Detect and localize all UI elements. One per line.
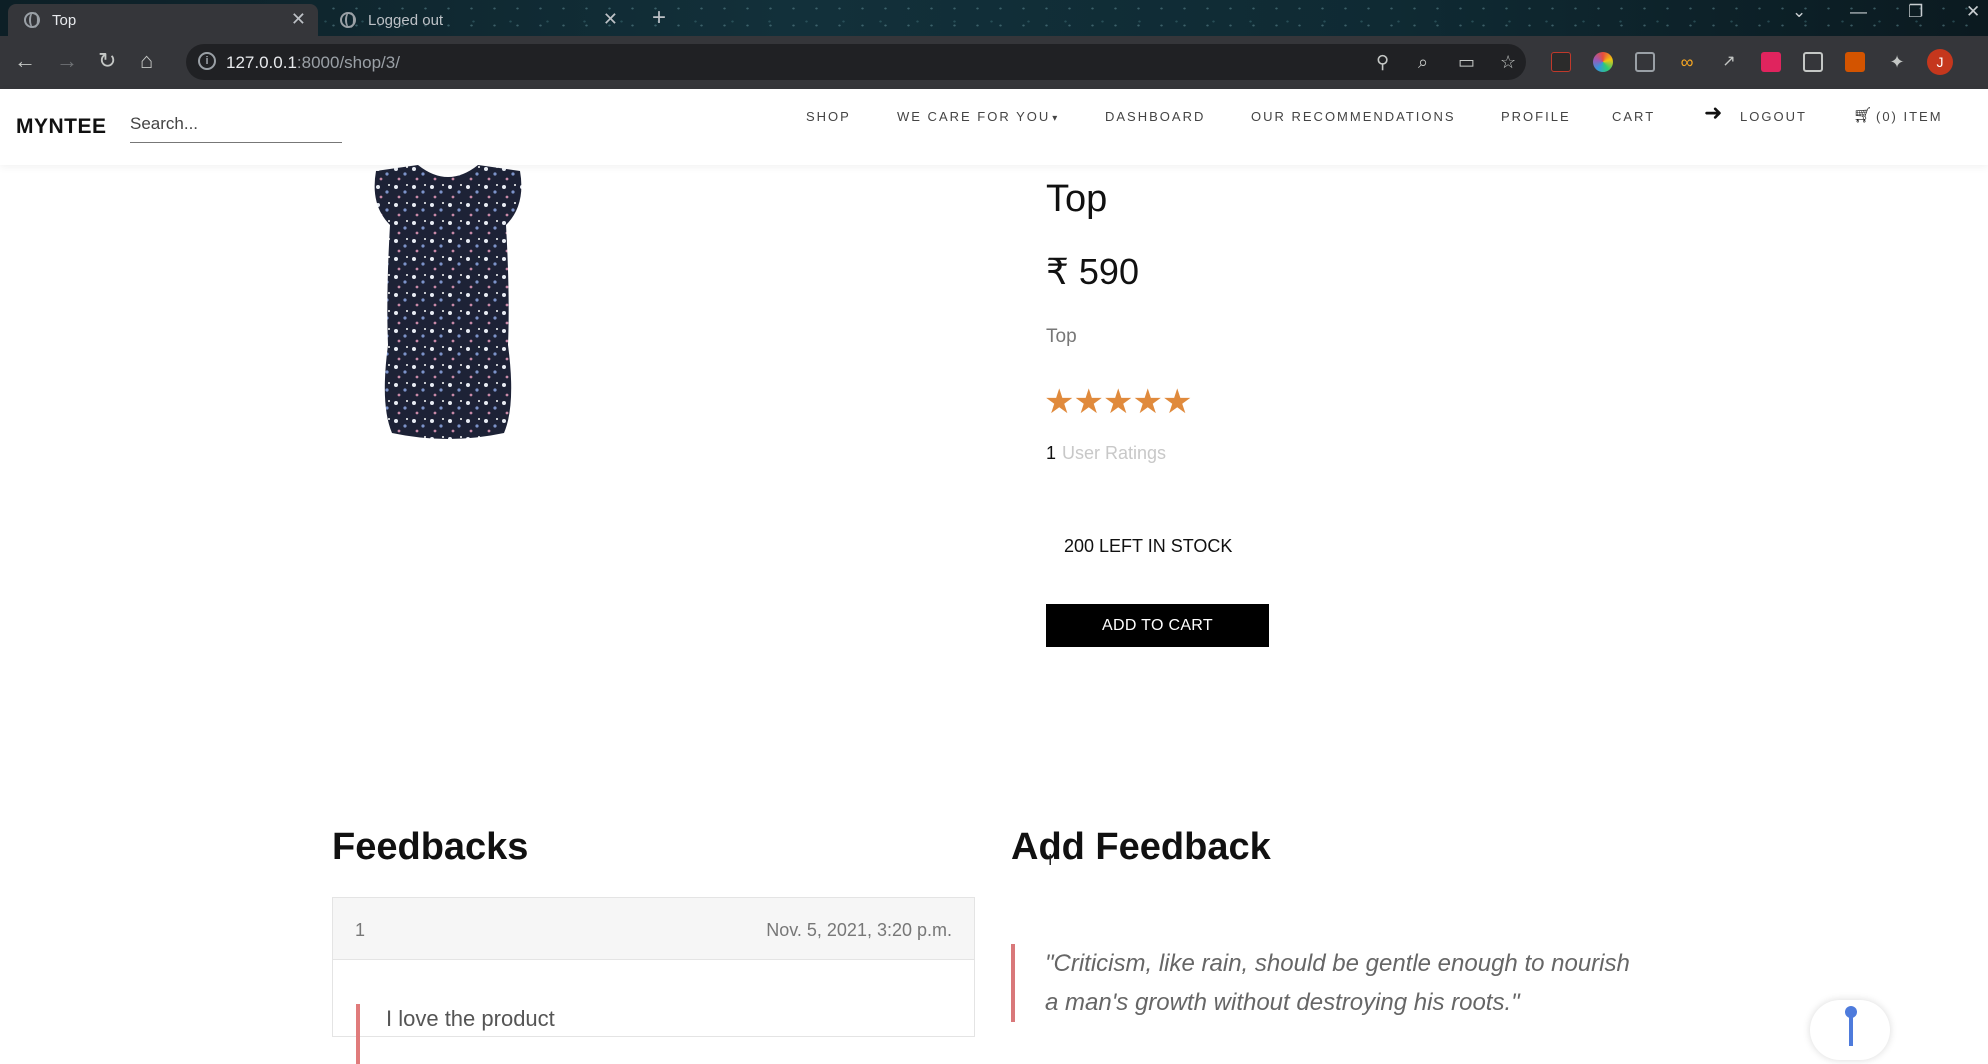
feedback-card-header: 1 Nov. 5, 2021, 3:20 p.m. (333, 898, 974, 960)
feedback-body: I love the product (356, 1004, 555, 1064)
star-icon: ★ (1161, 383, 1193, 421)
quote-text: "Criticism, like rain, should be gentle … (1045, 950, 1630, 1016)
extension-pages-icon[interactable] (1635, 52, 1655, 72)
rating-stars: ★★★★★ (1044, 382, 1193, 422)
text-cursor-icon: I (1048, 852, 1053, 869)
help-widget[interactable] (1810, 1000, 1890, 1060)
location-icon[interactable]: ⚲ (1376, 52, 1389, 73)
restore-icon[interactable]: ❐ (1908, 2, 1923, 22)
rating-summary: 1 User Ratings (1046, 443, 1166, 464)
card-icon[interactable]: ▭ (1458, 52, 1475, 73)
product-image (374, 165, 522, 439)
product-title: Top (1046, 178, 1108, 220)
feedback-user: 1 (355, 920, 366, 940)
nav-logout[interactable]: LOGOUT (1740, 109, 1807, 124)
product-price: ₹ 590 (1046, 251, 1139, 292)
nav-profile[interactable]: PROFILE (1501, 109, 1571, 124)
browser-tab-strip: Top ✕ Logged out ✕ + ⌄ — ❐ ✕ (0, 0, 1988, 36)
feedbacks-heading: Feedbacks (332, 826, 529, 868)
feedback-text: I love the product (386, 1006, 555, 1031)
globe-icon (24, 12, 40, 28)
close-window-icon[interactable]: ✕ (1966, 2, 1980, 22)
extensions-puzzle-icon[interactable]: ✦ (1887, 52, 1907, 72)
star-icon: ★ (1132, 383, 1163, 421)
extension-book-icon[interactable] (1845, 52, 1865, 72)
nav-we-care-dropdown[interactable]: WE CARE FOR YOU (897, 109, 1059, 124)
extension-arrow-icon[interactable]: ↗ (1719, 52, 1739, 72)
forward-icon[interactable]: → (56, 48, 78, 74)
profile-avatar[interactable]: J (1927, 49, 1953, 75)
rating-label: User Ratings (1062, 443, 1167, 463)
nav-cart[interactable]: CART (1612, 109, 1655, 124)
close-tab-icon[interactable]: ✕ (291, 9, 306, 30)
nav-dashboard[interactable]: DASHBOARD (1105, 109, 1205, 124)
minimize-icon[interactable]: — (1850, 2, 1867, 22)
feedback-card: 1 Nov. 5, 2021, 3:20 p.m. I love the pro… (332, 897, 975, 1064)
site-navbar: MYNTEE SHOP WE CARE FOR YOU DASHBOARD OU… (0, 89, 1988, 165)
tab-title: Top (52, 11, 77, 29)
star-icon: ★ (1102, 383, 1134, 421)
feedback-date: Nov. 5, 2021, 3:20 p.m. (766, 920, 952, 940)
extension-infinity-icon[interactable]: ∞ (1677, 52, 1697, 72)
home-icon[interactable]: ⌂ (140, 48, 153, 74)
nav-cart-items[interactable]: (0) ITEM (1876, 109, 1943, 124)
url-text[interactable]: 127.0.0.1:8000/shop/3/ (226, 53, 400, 73)
address-bar[interactable]: i 127.0.0.1:8000/shop/3/ ⚲ ⌕ ▭ ☆ (186, 44, 1526, 80)
nav-recommendations[interactable]: OUR RECOMMENDATIONS (1251, 109, 1456, 124)
extension-red-icon[interactable] (1761, 52, 1781, 72)
bookmark-star-icon[interactable]: ☆ (1500, 52, 1516, 73)
extension-lh-icon[interactable] (1551, 52, 1571, 72)
tab-logged-out[interactable]: Logged out ✕ (326, 4, 630, 36)
extension-color-icon[interactable] (1593, 52, 1613, 72)
star-icon: ★ (1073, 383, 1104, 421)
back-icon[interactable]: ← (14, 48, 36, 74)
stock-status: 200 LEFT IN STOCK (1064, 536, 1233, 556)
product-description: Top (1046, 326, 1077, 347)
tab-search-icon[interactable]: ⌄ (1792, 2, 1806, 22)
add-to-cart-button[interactable]: ADD TO CART (1046, 604, 1269, 647)
reload-icon[interactable]: ↻ (98, 48, 116, 74)
site-info-icon[interactable]: i (198, 52, 216, 70)
nav-shop[interactable]: SHOP (806, 109, 851, 124)
tab-top[interactable]: Top ✕ (8, 4, 318, 36)
close-tab-icon[interactable]: ✕ (603, 9, 618, 30)
cart-icon[interactable]: 🛒︎ (1853, 106, 1872, 124)
browser-toolbar: ← → ↻ ⌂ i 127.0.0.1:8000/shop/3/ ⚲ ⌕ ▭ ☆… (0, 36, 1988, 89)
search-input[interactable] (130, 105, 342, 143)
zoom-icon[interactable]: ⌕ (1418, 52, 1428, 73)
rating-count: 1 (1046, 443, 1057, 463)
globe-icon (340, 12, 356, 28)
feedback-quote: "Criticism, like rain, should be gentle … (1011, 944, 1631, 1022)
logout-icon[interactable]: ➜ (1704, 100, 1722, 126)
new-tab-icon[interactable]: + (652, 4, 666, 32)
tab-title: Logged out (368, 11, 444, 29)
brand-logo[interactable]: MYNTEE (16, 115, 107, 139)
star-icon: ★ (1044, 383, 1075, 421)
reading-list-icon[interactable] (1803, 52, 1823, 72)
